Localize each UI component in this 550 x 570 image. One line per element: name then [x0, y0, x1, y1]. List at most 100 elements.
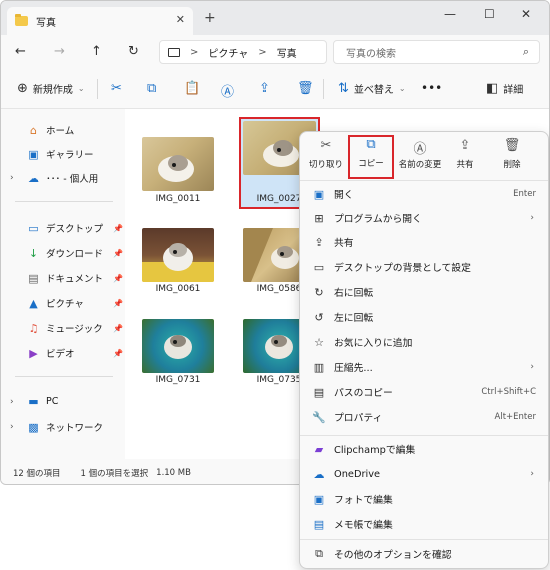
hamster-image: [158, 155, 194, 182]
chevron-down-icon: ⌄: [77, 84, 85, 93]
sidebar-item-desktop[interactable]: ▭ デスクトップ: [27, 221, 103, 236]
computer-icon: ▬: [28, 395, 39, 408]
sidebar-item-label: ･･･ - 個人用: [46, 174, 99, 185]
new-button[interactable]: ⊕ 新規作成 ⌄: [17, 81, 85, 96]
sidebar-item-onedrive[interactable]: ☁ ･･･ - 個人用: [27, 171, 99, 186]
sidebar-item-documents[interactable]: ▤ ドキュメント: [27, 271, 103, 286]
wallpaper-icon: ▭: [313, 260, 325, 274]
address-bar: ← → ↑ ↻ > ピクチャ > 写真 写真の検索 ⌕: [1, 35, 549, 69]
file-name[interactable]: IMG_0061: [133, 284, 223, 294]
menu-add-favorite[interactable]: ☆ お気に入りに追加: [312, 331, 540, 353]
search-input[interactable]: 写真の検索 ⌕: [333, 40, 540, 64]
sort-button[interactable]: ⇅ 並べ替え ⌄: [338, 81, 406, 96]
menu-edit-notepad[interactable]: ▤ メモ帳で編集: [312, 513, 540, 535]
maximize-button[interactable]: ☐: [484, 7, 495, 21]
menu-label: 圧縮先...: [334, 363, 373, 374]
navigation-pane: ⌂ ホーム ▣ ギャラリー › ☁ ･･･ - 個人用 ▭ デスクトップ 📌 ↓…: [1, 109, 125, 459]
more-options-button[interactable]: •••: [421, 81, 442, 95]
action-label: 切り取り: [308, 160, 343, 170]
file-thumbnail[interactable]: [142, 319, 214, 373]
refresh-button[interactable]: ↻: [128, 44, 139, 59]
notepad-icon: ▤: [313, 517, 325, 531]
trash-icon: 🗑: [297, 81, 314, 96]
plus-circle-icon: ⊕: [17, 81, 28, 96]
menu-label: その他のオプションを確認: [334, 550, 452, 561]
sidebar-item-network[interactable]: ▩ ネットワーク: [27, 420, 103, 435]
cut-button[interactable]: ✂: [111, 81, 122, 96]
sidebar-item-home[interactable]: ⌂ ホーム: [27, 123, 74, 138]
menu-open[interactable]: ▣ 開く Enter: [312, 183, 540, 205]
share-button[interactable]: ⇪: [259, 81, 270, 96]
new-tab-button[interactable]: +: [204, 10, 216, 26]
sidebar-item-music[interactable]: ♫ ミュージック: [27, 321, 103, 336]
sidebar-item-pictures[interactable]: ▲ ピクチャ: [27, 296, 84, 311]
menu-open-with[interactable]: ⊞ プログラムから開く ›: [312, 207, 540, 229]
action-label: コピー: [358, 159, 384, 169]
forward-button[interactable]: →: [54, 44, 65, 59]
sidebar-item-pc[interactable]: ▬ PC: [27, 395, 58, 408]
menu-label: OneDrive: [334, 468, 381, 480]
close-button[interactable]: ✕: [521, 7, 531, 21]
pin-icon: 📌: [113, 349, 123, 358]
rename-button[interactable]: Ⓐ: [221, 81, 234, 100]
menu-rotate-right[interactable]: ↻ 右に回転: [312, 281, 540, 303]
share-icon: ⇪: [314, 235, 324, 249]
clipchamp-icon: ▰: [314, 442, 324, 456]
breadcrumb[interactable]: > ピクチャ > 写真: [159, 40, 327, 64]
delete-action[interactable]: 🗑 削除: [489, 138, 535, 176]
sidebar-item-gallery[interactable]: ▣ ギャラリー: [27, 147, 93, 162]
tab-photos[interactable]: 写真 ✕: [7, 7, 193, 35]
search-placeholder: 写真の検索: [346, 48, 396, 60]
cut-action[interactable]: ✂ 切り取り: [303, 138, 349, 176]
hamster-image: [142, 243, 214, 282]
delete-button[interactable]: 🗑: [297, 81, 314, 96]
menu-clipchamp[interactable]: ▰ Clipchampで編集: [312, 438, 540, 460]
menu-label: 右に回転: [334, 288, 374, 299]
copy-icon: ⧉: [147, 81, 157, 96]
cloud-icon: ☁: [28, 171, 39, 185]
minimize-button[interactable]: —: [444, 7, 456, 21]
expand-chevron-icon[interactable]: ›: [10, 173, 14, 183]
file-thumbnail[interactable]: [142, 228, 214, 282]
trash-icon: 🗑: [503, 138, 521, 153]
chevron-right-icon: >: [258, 46, 267, 58]
copy-button[interactable]: ⧉: [147, 81, 156, 96]
menu-copy-path[interactable]: ▤ パスのコピー Ctrl+Shift+C: [312, 381, 540, 403]
rename-action[interactable]: Ⓐ 名前の変更: [396, 138, 444, 176]
expand-chevron-icon[interactable]: ›: [10, 422, 14, 432]
tab-close-icon[interactable]: ✕: [176, 13, 185, 26]
menu-edit-photos[interactable]: ▣ フォトで編集: [312, 488, 540, 510]
paste-button[interactable]: 📋: [184, 81, 200, 96]
up-button[interactable]: ↑: [91, 44, 102, 59]
title-bar: 写真 ✕ + — ☐ ✕: [1, 1, 549, 35]
sidebar-item-videos[interactable]: ▶ ビデオ: [27, 346, 74, 361]
copy-action[interactable]: ⧉ コピー: [348, 135, 394, 179]
menu-compress[interactable]: ▥ 圧縮先... ›: [312, 356, 540, 378]
sidebar-item-downloads[interactable]: ↓ ダウンロード: [27, 246, 103, 261]
menu-more-options[interactable]: ⧉ その他のオプションを確認: [312, 543, 540, 565]
menu-label: パスのコピー: [334, 388, 393, 399]
apps-icon: ⊞: [314, 211, 324, 225]
expand-chevron-icon[interactable]: ›: [10, 397, 14, 407]
menu-properties[interactable]: 🔧 プロパティ Alt+Enter: [312, 406, 540, 428]
breadcrumb-pictures[interactable]: ピクチャ: [208, 45, 248, 60]
menu-set-background[interactable]: ▭ デスクトップの背景として設定: [312, 256, 540, 278]
file-name[interactable]: IMG_0011: [133, 194, 223, 204]
menu-share[interactable]: ⇪ 共有: [312, 231, 540, 253]
sort-label: 並べ替え: [353, 85, 394, 96]
back-button[interactable]: ←: [15, 44, 26, 59]
music-icon: ♫: [28, 321, 39, 335]
details-button[interactable]: ◧ 詳細: [486, 81, 523, 96]
breadcrumb-photos[interactable]: 写真: [277, 45, 297, 60]
menu-onedrive[interactable]: ☁ OneDrive ›: [312, 463, 540, 485]
menu-label: 左に回転: [334, 313, 374, 324]
file-name[interactable]: IMG_0731: [133, 375, 223, 385]
menu-label: 開く: [334, 190, 354, 201]
menu-rotate-left[interactable]: ↺ 左に回転: [312, 306, 540, 328]
menu-label: プログラムから開く: [334, 214, 422, 225]
share-action[interactable]: ⇪ 共有: [442, 138, 488, 176]
context-menu: ✂ 切り取り ⧉ コピー Ⓐ 名前の変更 ⇪ 共有 🗑 削除 ▣ 開く Ente…: [299, 131, 549, 569]
file-thumbnail[interactable]: [142, 137, 214, 191]
sidebar-item-label: ピクチャ: [46, 299, 84, 310]
photos-icon: ▣: [313, 492, 325, 506]
